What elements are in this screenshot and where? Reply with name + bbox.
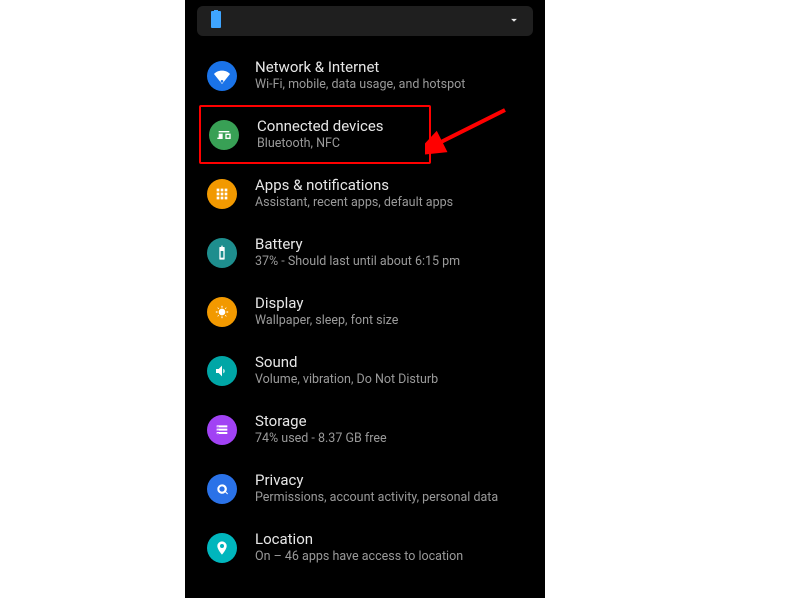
brightness-icon bbox=[207, 297, 237, 327]
notification-shade[interactable] bbox=[197, 6, 533, 36]
item-subtitle: Bluetooth, NFC bbox=[257, 136, 384, 152]
settings-screen: Network & Internet Wi-Fi, mobile, data u… bbox=[185, 0, 545, 598]
item-title: Network & Internet bbox=[255, 58, 465, 77]
storage-icon bbox=[207, 415, 237, 445]
settings-item-apps[interactable]: Apps & notifications Assistant, recent a… bbox=[203, 164, 533, 223]
item-title: Connected devices bbox=[257, 117, 384, 136]
item-title: Sound bbox=[255, 353, 438, 372]
settings-item-location[interactable]: Location On – 46 apps have access to loc… bbox=[203, 518, 533, 577]
item-subtitle: 74% used - 8.37 GB free bbox=[255, 431, 387, 447]
item-subtitle: Volume, vibration, Do Not Disturb bbox=[255, 372, 438, 388]
item-subtitle: Wallpaper, sleep, font size bbox=[255, 313, 398, 329]
item-title: Apps & notifications bbox=[255, 176, 453, 195]
item-subtitle: Permissions, account activity, personal … bbox=[255, 490, 498, 506]
item-title: Privacy bbox=[255, 471, 498, 490]
devices-icon bbox=[209, 120, 239, 150]
privacy-icon bbox=[207, 474, 237, 504]
wifi-icon bbox=[207, 61, 237, 91]
sound-icon bbox=[207, 356, 237, 386]
item-title: Battery bbox=[255, 235, 460, 254]
item-subtitle: Wi-Fi, mobile, data usage, and hotspot bbox=[255, 77, 465, 93]
item-subtitle: 37% - Should last until about 6:15 pm bbox=[255, 254, 460, 270]
chevron-down-icon[interactable] bbox=[507, 12, 521, 31]
settings-item-privacy[interactable]: Privacy Permissions, account activity, p… bbox=[203, 459, 533, 518]
settings-list: Network & Internet Wi-Fi, mobile, data u… bbox=[185, 46, 545, 577]
item-title: Display bbox=[255, 294, 398, 313]
apps-icon bbox=[207, 179, 237, 209]
location-icon bbox=[207, 533, 237, 563]
settings-item-connected-devices[interactable]: Connected devices Bluetooth, NFC bbox=[199, 105, 431, 164]
item-title: Location bbox=[255, 530, 463, 549]
settings-item-network[interactable]: Network & Internet Wi-Fi, mobile, data u… bbox=[203, 46, 533, 105]
item-subtitle: Assistant, recent apps, default apps bbox=[255, 195, 453, 211]
settings-item-storage[interactable]: Storage 74% used - 8.37 GB free bbox=[203, 400, 533, 459]
battery-icon bbox=[207, 238, 237, 268]
battery-saver-icon bbox=[209, 10, 223, 32]
settings-item-sound[interactable]: Sound Volume, vibration, Do Not Disturb bbox=[203, 341, 533, 400]
settings-item-display[interactable]: Display Wallpaper, sleep, font size bbox=[203, 282, 533, 341]
item-subtitle: On – 46 apps have access to location bbox=[255, 549, 463, 565]
settings-item-battery[interactable]: Battery 37% - Should last until about 6:… bbox=[203, 223, 533, 282]
item-title: Storage bbox=[255, 412, 387, 431]
